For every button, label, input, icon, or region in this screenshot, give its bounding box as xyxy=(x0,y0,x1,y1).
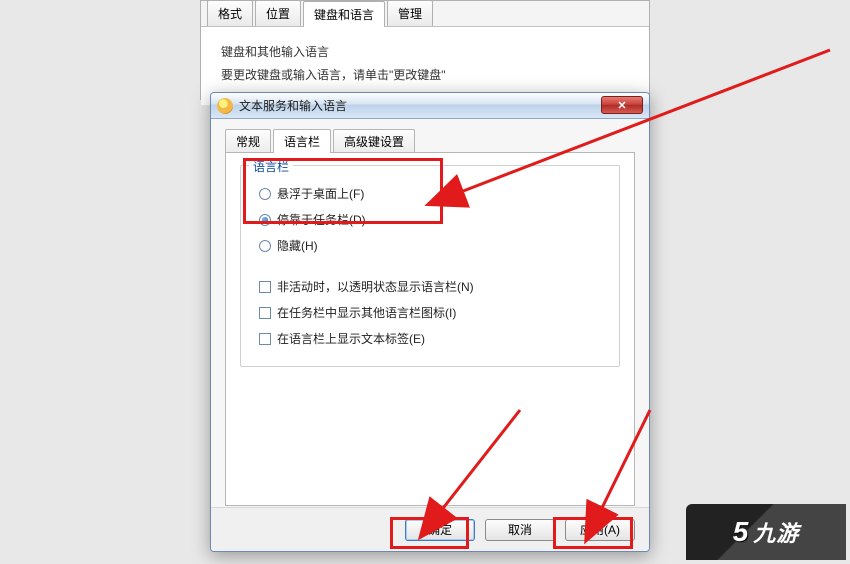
watermark-logo: 5 九游 xyxy=(686,504,846,560)
radio-icon xyxy=(259,188,271,200)
radio-icon xyxy=(259,240,271,252)
parent-tab-location[interactable]: 位置 xyxy=(255,0,301,26)
parent-tab-format[interactable]: 格式 xyxy=(207,0,253,26)
language-bar-group: 语言栏 悬浮于桌面上(F) 停靠于任务栏(D) 隐藏(H) 非活动时，以透明状态… xyxy=(240,165,620,367)
radio-hidden[interactable]: 隐藏(H) xyxy=(259,237,605,254)
close-icon: ✕ xyxy=(617,99,626,112)
logo-text: 九游 xyxy=(753,516,799,548)
parent-section-sub: 要更改键盘或输入语言，请单击"更改键盘" xyxy=(221,66,629,83)
tab-language-bar[interactable]: 语言栏 xyxy=(273,129,331,153)
check-transparent-inactive[interactable]: 非活动时，以透明状态显示语言栏(N) xyxy=(259,278,605,295)
check-show-extra-icons[interactable]: 在任务栏中显示其他语言栏图标(I) xyxy=(259,304,605,321)
parent-tab-keyboard-lang[interactable]: 键盘和语言 xyxy=(303,1,385,27)
cancel-button[interactable]: 取消 xyxy=(485,519,555,541)
group-legend: 语言栏 xyxy=(249,158,293,175)
dialog-body: 常规 语言栏 高级键设置 语言栏 悬浮于桌面上(F) 停靠于任务栏(D) 隐藏(… xyxy=(211,119,649,507)
ok-button[interactable]: 确定 xyxy=(405,519,475,541)
check-label: 在任务栏中显示其他语言栏图标(I) xyxy=(277,304,456,321)
checkbox-icon xyxy=(259,333,271,345)
radio-label: 隐藏(H) xyxy=(277,237,318,254)
check-label: 非活动时，以透明状态显示语言栏(N) xyxy=(277,278,474,295)
parent-tabstrip: 格式 位置 键盘和语言 管理 xyxy=(201,1,649,27)
radio-icon xyxy=(259,214,271,226)
checkbox-icon xyxy=(259,307,271,319)
radio-label: 悬浮于桌面上(F) xyxy=(277,185,364,202)
inner-tabstrip: 常规 语言栏 高级键设置 xyxy=(225,129,635,153)
radio-float-desktop[interactable]: 悬浮于桌面上(F) xyxy=(259,185,605,202)
app-icon xyxy=(217,98,233,114)
check-show-text-labels[interactable]: 在语言栏上显示文本标签(E) xyxy=(259,330,605,347)
check-label: 在语言栏上显示文本标签(E) xyxy=(277,330,425,347)
apply-button[interactable]: 应用(A) xyxy=(565,519,635,541)
radio-label: 停靠于任务栏(D) xyxy=(277,211,366,228)
tab-advanced-key[interactable]: 高级键设置 xyxy=(333,129,415,153)
parent-section-title: 键盘和其他输入语言 xyxy=(221,43,629,60)
radio-dock-taskbar[interactable]: 停靠于任务栏(D) xyxy=(259,211,605,228)
checkbox-icon xyxy=(259,281,271,293)
parent-region-dialog: 格式 位置 键盘和语言 管理 键盘和其他输入语言 要更改键盘或输入语言，请单击"… xyxy=(200,0,650,100)
dialog-button-row: 确定 取消 应用(A) xyxy=(211,507,649,551)
text-services-dialog: 文本服务和输入语言 ✕ 常规 语言栏 高级键设置 语言栏 悬浮于桌面上(F) 停… xyxy=(210,92,650,552)
logo-glyph: 5 xyxy=(733,516,750,548)
inner-panel: 语言栏 悬浮于桌面上(F) 停靠于任务栏(D) 隐藏(H) 非活动时，以透明状态… xyxy=(225,152,635,506)
close-button[interactable]: ✕ xyxy=(601,96,643,114)
dialog-titlebar[interactable]: 文本服务和输入语言 ✕ xyxy=(211,93,649,119)
tab-general[interactable]: 常规 xyxy=(225,129,271,153)
parent-tab-admin[interactable]: 管理 xyxy=(387,0,433,26)
dialog-title: 文本服务和输入语言 xyxy=(239,97,347,114)
